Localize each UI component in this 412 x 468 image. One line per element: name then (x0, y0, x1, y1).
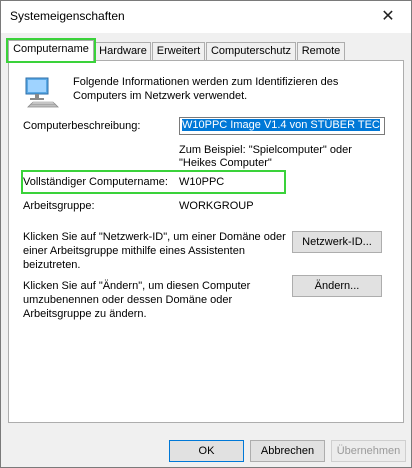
network-id-button[interactable]: Netzwerk-ID... (292, 231, 382, 253)
close-icon[interactable]: ✕ (365, 1, 411, 31)
title-bar: Systemeigenschaften ✕ (1, 1, 411, 33)
tab-erweitert[interactable]: Erweitert (152, 42, 205, 60)
full-name-value: W10PPC (179, 176, 225, 188)
change-text: Klicken Sie auf "Ändern", um diesen Comp… (23, 280, 251, 320)
workgroup-value: WORKGROUP (179, 200, 254, 212)
system-properties-window: Systemeigenschaften ✕ Computername Hardw… (0, 0, 412, 468)
tab-panel-computername: Folgende Informationen werden zum Identi… (8, 60, 404, 423)
tab-hardware[interactable]: Hardware (95, 42, 151, 60)
description-example: Zum Beispiel: "Spielcomputer" oder "Heik… (179, 144, 352, 169)
full-name-label: Vollständiger Computername: (23, 176, 168, 188)
tab-computerschutz[interactable]: Computerschutz (206, 42, 296, 60)
ok-button[interactable]: OK (169, 440, 244, 462)
computer-description-input[interactable]: W10PPC Image V1.4 von STÜBER TEC (179, 117, 385, 135)
apply-button[interactable]: Übernehmen (331, 440, 406, 462)
tab-computername[interactable]: Computername (6, 38, 96, 63)
cancel-button[interactable]: Abbrechen (250, 440, 325, 462)
change-button[interactable]: Ändern... (292, 275, 382, 297)
workgroup-label: Arbeitsgruppe: (23, 200, 95, 212)
computer-icon (25, 77, 59, 108)
intro-text: Folgende Informationen werden zum Identi… (73, 76, 339, 102)
description-label: Computerbeschreibung: (23, 120, 141, 132)
computer-description-value: W10PPC Image V1.4 von STÜBER TEC (182, 119, 380, 131)
network-id-text: Klicken Sie auf "Netzwerk-ID", um einer … (23, 231, 286, 271)
tab-remote[interactable]: Remote (297, 42, 345, 60)
window-title: Systemeigenschaften (10, 9, 125, 23)
